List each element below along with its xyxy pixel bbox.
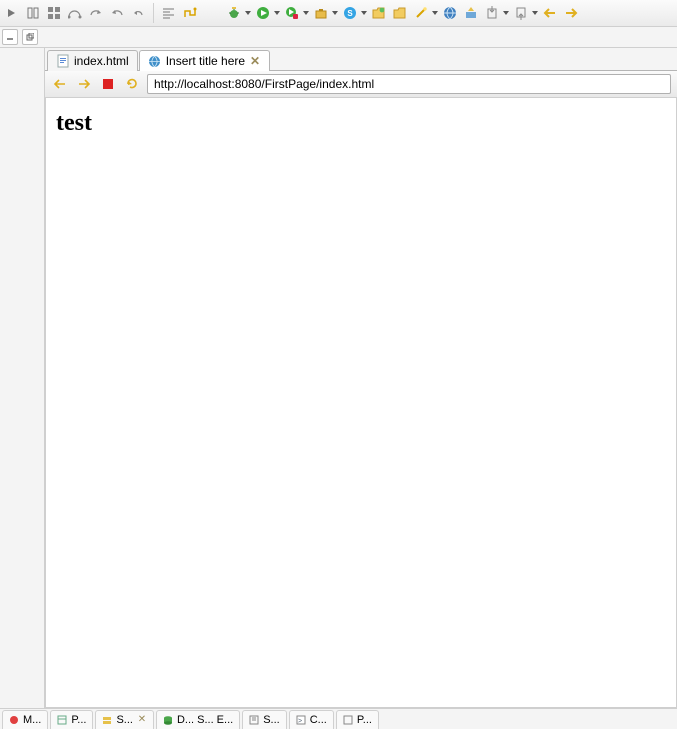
chevron-down-icon bbox=[273, 3, 281, 23]
snippet-icon bbox=[249, 715, 259, 725]
bottom-views: M... P... S... ✕ D... S... E... S... bbox=[0, 708, 677, 729]
view-console[interactable]: > C... bbox=[289, 710, 334, 729]
view-controls bbox=[0, 27, 677, 48]
console-icon: > bbox=[296, 715, 306, 725]
main-area: index.html Insert title here ✕ bbox=[0, 48, 677, 708]
minimize-icon[interactable] bbox=[2, 29, 18, 45]
tab-label: Insert title here bbox=[166, 54, 245, 68]
panel-icon bbox=[343, 715, 353, 725]
run-on-server-button[interactable] bbox=[282, 3, 310, 23]
chevron-down-icon bbox=[331, 3, 339, 23]
undo-stack-icon[interactable] bbox=[107, 3, 127, 23]
flow-icon[interactable] bbox=[65, 3, 85, 23]
browser-viewport: test bbox=[45, 98, 677, 708]
redo-icon[interactable] bbox=[86, 3, 106, 23]
view-servers[interactable]: S... ✕ bbox=[95, 710, 154, 729]
editor-tabs: index.html Insert title here ✕ bbox=[45, 48, 677, 71]
chevron-down-icon bbox=[302, 3, 310, 23]
skype-icon: S bbox=[340, 3, 360, 23]
new-project-icon[interactable] bbox=[369, 3, 389, 23]
toolbar-separator bbox=[153, 3, 154, 23]
globe-icon bbox=[148, 54, 162, 68]
wand-button[interactable] bbox=[411, 3, 439, 23]
close-icon[interactable]: ✕ bbox=[249, 55, 261, 67]
view-snippets[interactable]: S... bbox=[242, 710, 287, 729]
panel-icon bbox=[57, 715, 67, 725]
play-icon bbox=[253, 3, 273, 23]
view-data-source-explorer[interactable]: D... S... E... bbox=[156, 710, 240, 729]
external-tools-button[interactable] bbox=[311, 3, 339, 23]
globe-icon[interactable] bbox=[440, 3, 460, 23]
debug-button[interactable] bbox=[224, 3, 252, 23]
boxes-icon[interactable] bbox=[44, 3, 64, 23]
marker-icon bbox=[9, 715, 19, 725]
export-icon bbox=[511, 3, 531, 23]
view-label: S... bbox=[116, 714, 133, 726]
columns-icon[interactable] bbox=[23, 3, 43, 23]
import-button[interactable] bbox=[482, 3, 510, 23]
open-folder-icon[interactable] bbox=[390, 3, 410, 23]
back-arrow-icon[interactable] bbox=[540, 3, 560, 23]
tab-index-html[interactable]: index.html bbox=[47, 50, 138, 71]
view-label: P... bbox=[71, 714, 86, 726]
arrow-right-icon[interactable] bbox=[2, 3, 22, 23]
tab-browser-preview[interactable]: Insert title here ✕ bbox=[139, 50, 270, 71]
run-server-icon bbox=[282, 3, 302, 23]
view-label: P... bbox=[357, 714, 372, 726]
bug-icon bbox=[224, 3, 244, 23]
skype-button[interactable]: S bbox=[340, 3, 368, 23]
toolbox-icon bbox=[311, 3, 331, 23]
address-bar[interactable]: http://localhost:8080/FirstPage/index.ht… bbox=[147, 74, 671, 94]
view-label: D... S... E... bbox=[177, 714, 233, 726]
svg-text:>: > bbox=[298, 718, 302, 725]
align-left-icon[interactable] bbox=[159, 3, 179, 23]
view-properties[interactable]: P... bbox=[50, 710, 93, 729]
server-icon bbox=[102, 715, 112, 725]
chevron-down-icon bbox=[244, 3, 252, 23]
left-gutter bbox=[0, 48, 45, 708]
close-icon[interactable]: ✕ bbox=[137, 715, 147, 725]
nav-forward-icon[interactable] bbox=[75, 75, 93, 93]
browser-navbar: http://localhost:8080/FirstPage/index.ht… bbox=[45, 71, 677, 98]
route-icon[interactable] bbox=[180, 3, 200, 23]
view-extra[interactable]: P... bbox=[336, 710, 379, 729]
view-label: M... bbox=[23, 714, 41, 726]
chevron-down-icon bbox=[531, 3, 539, 23]
file-html-icon bbox=[56, 54, 70, 68]
ide-window: S bbox=[0, 0, 677, 729]
import-icon bbox=[482, 3, 502, 23]
main-toolbar: S bbox=[0, 0, 677, 27]
chevron-down-icon bbox=[502, 3, 510, 23]
run-button[interactable] bbox=[253, 3, 281, 23]
url-text: http://localhost:8080/FirstPage/index.ht… bbox=[154, 77, 374, 91]
view-label: S... bbox=[263, 714, 280, 726]
restore-icon[interactable] bbox=[22, 29, 38, 45]
chevron-down-icon bbox=[431, 3, 439, 23]
wand-icon bbox=[411, 3, 431, 23]
chevron-down-icon bbox=[360, 3, 368, 23]
export-button[interactable] bbox=[511, 3, 539, 23]
undo-small-icon[interactable] bbox=[128, 3, 148, 23]
view-markers[interactable]: M... bbox=[2, 710, 48, 729]
editor-area: index.html Insert title here ✕ bbox=[45, 48, 677, 708]
view-label: C... bbox=[310, 714, 327, 726]
refresh-icon[interactable] bbox=[123, 75, 141, 93]
stop-icon[interactable] bbox=[99, 75, 117, 93]
nav-back-icon[interactable] bbox=[51, 75, 69, 93]
page-heading: test bbox=[56, 110, 666, 137]
database-icon bbox=[163, 715, 173, 725]
forward-arrow-icon[interactable] bbox=[561, 3, 581, 23]
tab-label: index.html bbox=[74, 54, 129, 68]
deploy-icon[interactable] bbox=[461, 3, 481, 23]
svg-text:S: S bbox=[347, 9, 353, 18]
